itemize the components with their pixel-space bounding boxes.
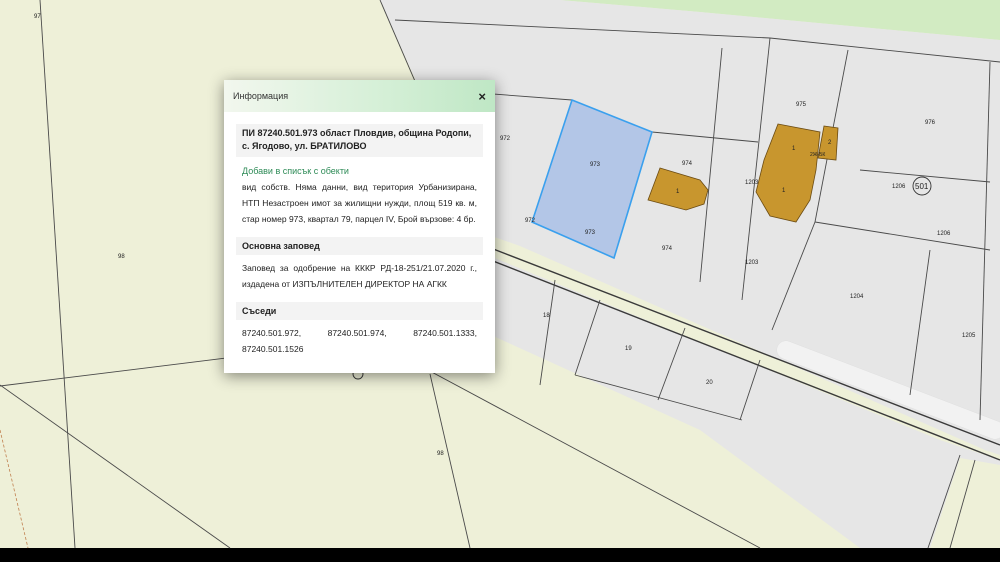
- parcel-label: 98: [118, 254, 125, 260]
- info-panel-title: Информация: [233, 91, 289, 101]
- parcel-label: 1206: [892, 184, 906, 190]
- info-panel-body: ПИ 87240.501.973 област Пловдив, община …: [224, 112, 495, 357]
- parcel-label: 974: [682, 161, 693, 167]
- order-text: Заповед за одобрение на КККР РД-18-251/2…: [242, 263, 477, 289]
- parcel-label: 976: [925, 120, 936, 126]
- info-panel-header: Информация ×: [224, 80, 495, 112]
- order-section-title: Основна заповед: [236, 237, 483, 255]
- info-panel: Информация × ПИ 87240.501.973 област Пло…: [224, 80, 495, 373]
- close-button[interactable]: ×: [478, 90, 486, 103]
- parcel-label: 20: [706, 380, 713, 386]
- cadastral-map[interactable]: 97 98 98 972 972 973 973 974 974 975 976…: [0, 0, 1000, 562]
- parcel-label: 1204: [850, 294, 864, 300]
- parcel-label: 18: [543, 313, 550, 319]
- parcel-label: 974: [662, 246, 673, 252]
- quarter-label: 501: [915, 182, 929, 191]
- parcel-heading: ПИ 87240.501.973 област Пловдив, община …: [236, 124, 483, 157]
- parcel-label: 97: [34, 14, 41, 20]
- parcel-label: 973: [585, 230, 596, 236]
- parcel-label: 1206: [937, 231, 951, 237]
- parcel-label: 973: [590, 162, 601, 168]
- neighbor-link[interactable]: 87240.501.972,: [242, 325, 301, 341]
- parcel-label: 98: [437, 451, 444, 457]
- neighbor-link[interactable]: 87240.501.974,: [328, 325, 387, 341]
- parcel-label: 972: [500, 136, 511, 142]
- map-bottom-band: [0, 548, 1000, 562]
- parcel-label: 19: [625, 346, 632, 352]
- neighbors-section-title: Съседи: [236, 302, 483, 320]
- parcel-label: 972: [525, 218, 536, 224]
- parcel-label: 975: [796, 102, 807, 108]
- parcel-label: 1203: [745, 260, 759, 266]
- parcel-label: 1203: [745, 180, 759, 186]
- neighbor-link[interactable]: 87240.501.1333,: [413, 325, 477, 341]
- building-label: 2Ж-БК: [810, 152, 825, 158]
- parcel-description: вид собств. Няма данни, вид територия Ур…: [242, 182, 477, 224]
- neighbor-link[interactable]: 87240.501.1526: [242, 341, 303, 357]
- add-to-list-link[interactable]: Добави в списък с обекти: [242, 166, 477, 176]
- neighbors-list: 87240.501.972, 87240.501.974, 87240.501.…: [236, 325, 483, 357]
- parcel-label: 1205: [962, 333, 976, 339]
